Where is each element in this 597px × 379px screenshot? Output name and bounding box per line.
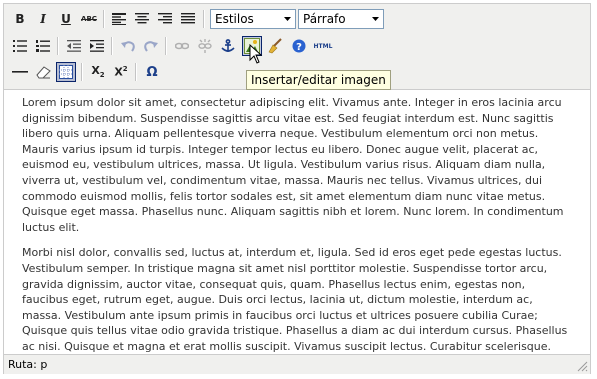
content-paragraph: Lorem ipsum dolor sit amet, consectetur … xyxy=(22,96,564,234)
toolbar-separator xyxy=(57,37,59,55)
align-justify-button[interactable] xyxy=(178,9,198,29)
subscript-button[interactable]: X2 xyxy=(88,62,108,82)
italic-button[interactable]: I xyxy=(33,9,53,29)
align-right-icon xyxy=(158,13,172,24)
toolbar-separator xyxy=(111,37,113,55)
numbered-list-button[interactable] xyxy=(33,36,53,56)
editor-content-area[interactable]: Lorem ipsum dolor sit amet, consectetur … xyxy=(4,90,590,352)
toolbar-row-1: B I U ABC Estilos Párrafo xyxy=(6,7,586,33)
toolbar-separator xyxy=(165,37,167,55)
redo-button[interactable] xyxy=(141,36,161,56)
bullet-list-button[interactable] xyxy=(10,36,30,56)
element-path: Ruta: p xyxy=(8,358,48,371)
bold-icon: B xyxy=(15,12,25,26)
underline-button[interactable]: U xyxy=(56,9,76,29)
resize-handle-icon[interactable] xyxy=(576,360,588,372)
subscript-icon: X2 xyxy=(91,64,105,80)
link-icon xyxy=(175,42,189,50)
special-character-button[interactable]: Ω xyxy=(142,62,162,82)
tooltip-text: Insertar/editar imagen xyxy=(251,73,386,87)
styles-select-value: Estilos xyxy=(215,12,254,26)
underline-icon: U xyxy=(61,12,71,26)
anchor-button[interactable] xyxy=(218,36,238,56)
format-select[interactable]: Párrafo xyxy=(298,9,384,29)
toolbar-separator xyxy=(203,10,205,28)
bold-button[interactable]: B xyxy=(10,9,30,29)
indent-button[interactable] xyxy=(87,36,107,56)
indent-icon xyxy=(90,40,104,52)
cleanup-button[interactable] xyxy=(265,36,285,56)
italic-icon: I xyxy=(40,12,46,26)
strikethrough-button[interactable]: ABC xyxy=(79,9,99,29)
align-left-button[interactable] xyxy=(109,9,129,29)
unlink-icon xyxy=(198,39,212,53)
omega-icon: Ω xyxy=(146,64,158,80)
align-right-button[interactable] xyxy=(155,9,175,29)
superscript-icon: X2 xyxy=(114,65,128,79)
rich-text-editor: B I U ABC Estilos Párrafo ? HTML X2 X2 Ω… xyxy=(3,3,591,374)
undo-icon xyxy=(121,41,135,52)
numbered-list-icon xyxy=(36,40,50,52)
outdent-button[interactable] xyxy=(64,36,84,56)
undo-button[interactable] xyxy=(118,36,138,56)
align-justify-icon xyxy=(181,13,195,24)
mouse-pointer-icon xyxy=(249,44,263,64)
help-icon: ? xyxy=(292,39,306,53)
content-paragraph: Morbi nisl dolor, convallis sed, luctus … xyxy=(22,246,568,352)
table-grid-icon xyxy=(59,65,73,79)
broom-icon xyxy=(268,38,282,54)
anchor-icon xyxy=(221,39,235,52)
visual-aid-button[interactable] xyxy=(56,62,76,82)
align-center-icon xyxy=(135,13,149,24)
horizontal-rule-button[interactable] xyxy=(10,62,30,82)
align-left-icon xyxy=(112,13,126,25)
editor-statusbar: Ruta: p xyxy=(4,354,590,374)
toolbar-separator xyxy=(135,63,137,81)
horizontal-rule-icon xyxy=(12,71,28,73)
strikethrough-icon: ABC xyxy=(81,15,97,23)
help-button[interactable]: ? xyxy=(289,36,309,56)
redo-icon xyxy=(144,41,158,52)
styles-select[interactable]: Estilos xyxy=(210,9,296,29)
toolbar-separator xyxy=(81,63,83,81)
insert-link-button[interactable] xyxy=(172,36,192,56)
tooltip: Insertar/editar imagen xyxy=(246,70,391,90)
eraser-icon xyxy=(36,66,51,79)
outdent-icon xyxy=(67,40,81,52)
svg-text:?: ? xyxy=(296,42,302,53)
unlink-button[interactable] xyxy=(195,36,215,56)
toolbar-row-2: ? HTML xyxy=(6,34,586,60)
html-source-icon: HTML xyxy=(313,42,333,50)
format-select-value: Párrafo xyxy=(303,12,346,26)
align-center-button[interactable] xyxy=(132,9,152,29)
chevron-down-icon xyxy=(279,10,295,28)
chevron-down-icon xyxy=(367,10,383,28)
toolbar-separator xyxy=(103,10,105,28)
bullet-list-icon xyxy=(13,40,27,52)
remove-format-button[interactable] xyxy=(33,62,53,82)
html-source-button[interactable]: HTML xyxy=(311,36,335,56)
superscript-button[interactable]: X2 xyxy=(111,62,131,82)
